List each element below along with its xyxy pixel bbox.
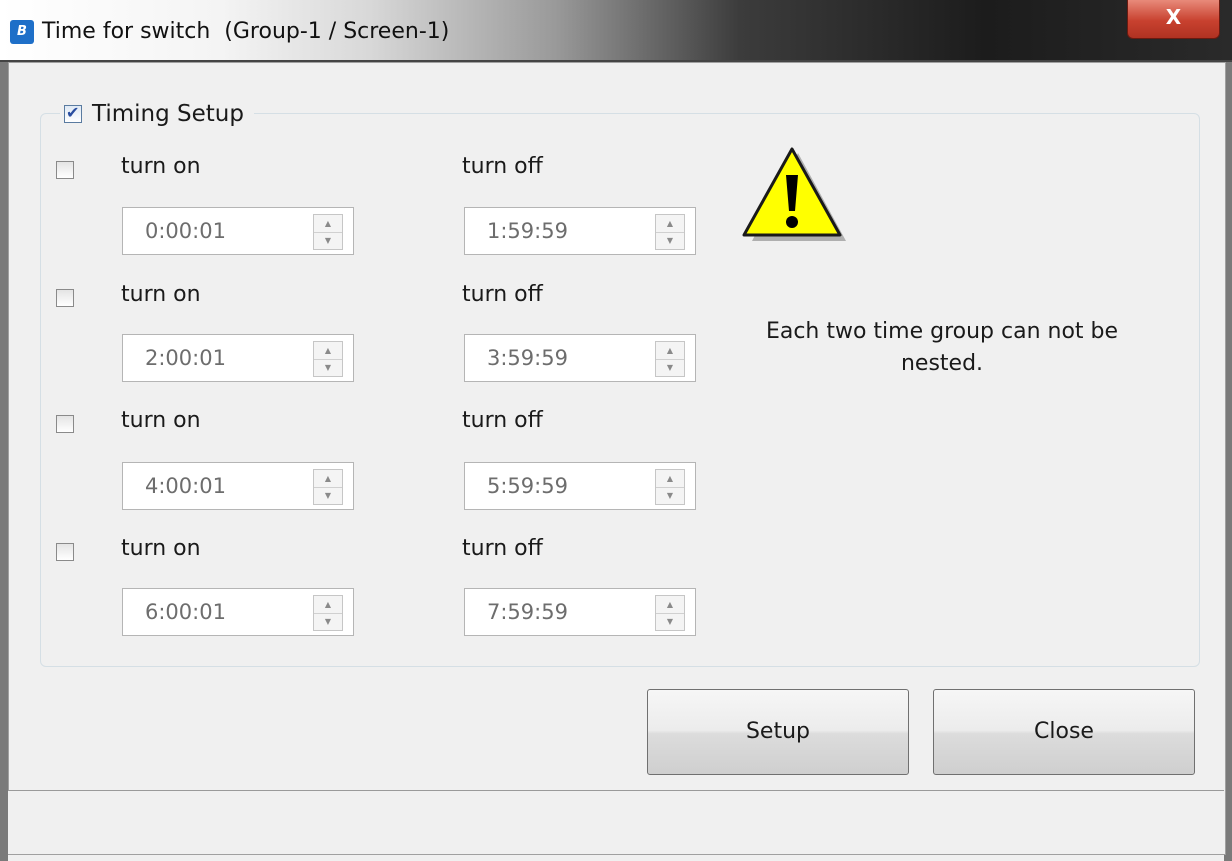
spin-down-icon[interactable]: ▼ (656, 487, 684, 504)
row-1-enable-checkbox[interactable] (56, 161, 74, 179)
row-1-turn-off-time[interactable]: 1:59:59 ▲ ▼ (464, 207, 696, 255)
row-3-turn-on-value: 4:00:01 (145, 474, 226, 498)
row-3-turn-on-label: turn on (121, 408, 201, 433)
spin-down-icon[interactable]: ▼ (314, 232, 342, 249)
setup-button[interactable]: Setup (647, 689, 909, 775)
row-4-turn-on-time[interactable]: 6:00:01 ▲ ▼ (122, 588, 354, 636)
row-3-turn-off-spinner[interactable]: ▲ ▼ (655, 469, 685, 505)
spin-up-icon[interactable]: ▲ (314, 215, 342, 233)
row-4-enable-checkbox[interactable] (56, 543, 74, 561)
spin-up-icon[interactable]: ▲ (314, 342, 342, 360)
app-icon: B (10, 20, 34, 44)
row-2-turn-on-label: turn on (121, 282, 201, 307)
window-title: Time for switch (Group-1 / Screen-1) (42, 19, 450, 44)
spin-down-icon[interactable]: ▼ (656, 232, 684, 249)
row-4-turn-off-value: 7:59:59 (487, 600, 568, 624)
row-2-turn-off-value: 3:59:59 (487, 346, 568, 370)
spin-up-icon[interactable]: ▲ (314, 470, 342, 488)
warning-message-line-2: nested. (900, 351, 984, 376)
row-1-turn-off-label: turn off (462, 154, 543, 179)
spin-down-icon[interactable]: ▼ (314, 613, 342, 630)
spin-up-icon[interactable]: ▲ (656, 215, 684, 233)
row-4-turn-off-spinner[interactable]: ▲ ▼ (655, 595, 685, 631)
row-2-enable-checkbox[interactable] (56, 289, 74, 307)
spin-down-icon[interactable]: ▼ (656, 613, 684, 630)
title-bar[interactable]: B Time for switch (Group-1 / Screen-1) (0, 0, 1232, 62)
timing-setup-checkbox[interactable] (64, 103, 82, 123)
row-2-turn-off-time[interactable]: 3:59:59 ▲ ▼ (464, 334, 696, 382)
row-1-turn-on-value: 0:00:01 (145, 219, 226, 243)
spin-up-icon[interactable]: ▲ (656, 470, 684, 488)
status-bar (8, 790, 1224, 854)
row-3-turn-on-spinner[interactable]: ▲ ▼ (313, 469, 343, 505)
timing-setup-label: Timing Setup (92, 101, 244, 127)
row-3-turn-off-label: turn off (462, 408, 543, 433)
row-4-turn-on-spinner[interactable]: ▲ ▼ (313, 595, 343, 631)
timing-setup-group (40, 113, 1200, 667)
row-3-enable-checkbox[interactable] (56, 415, 74, 433)
timing-setup-legend: Timing Setup (60, 97, 254, 131)
spin-down-icon[interactable]: ▼ (314, 359, 342, 376)
row-1-turn-on-spinner[interactable]: ▲ ▼ (313, 214, 343, 250)
spin-down-icon[interactable]: ▼ (314, 487, 342, 504)
spin-up-icon[interactable]: ▲ (656, 596, 684, 614)
row-3-turn-on-time[interactable]: 4:00:01 ▲ ▼ (122, 462, 354, 510)
row-1-turn-off-value: 1:59:59 (487, 219, 568, 243)
row-2-turn-on-time[interactable]: 2:00:01 ▲ ▼ (122, 334, 354, 382)
spin-up-icon[interactable]: ▲ (314, 596, 342, 614)
warning-message: Each two time group can not be nested. (722, 316, 1162, 380)
row-3-turn-off-value: 5:59:59 (487, 474, 568, 498)
row-1-turn-on-time[interactable]: 0:00:01 ▲ ▼ (122, 207, 354, 255)
row-4-turn-off-time[interactable]: 7:59:59 ▲ ▼ (464, 588, 696, 636)
row-2-turn-off-spinner[interactable]: ▲ ▼ (655, 341, 685, 377)
row-2-turn-off-label: turn off (462, 282, 543, 307)
row-1-turn-off-spinner[interactable]: ▲ ▼ (655, 214, 685, 250)
window-left-border (0, 62, 8, 861)
spin-down-icon[interactable]: ▼ (656, 359, 684, 376)
row-4-turn-off-label: turn off (462, 536, 543, 561)
warning-message-line-1: Each two time group can not be (765, 319, 1119, 344)
row-4-turn-on-value: 6:00:01 (145, 600, 226, 624)
row-2-turn-on-value: 2:00:01 (145, 346, 226, 370)
window-close-button[interactable]: X (1127, 0, 1220, 39)
row-2-turn-on-spinner[interactable]: ▲ ▼ (313, 341, 343, 377)
spin-up-icon[interactable]: ▲ (656, 342, 684, 360)
row-3-turn-off-time[interactable]: 5:59:59 ▲ ▼ (464, 462, 696, 510)
row-1-turn-on-label: turn on (121, 154, 201, 179)
close-button[interactable]: Close (933, 689, 1195, 775)
warning-icon (742, 147, 846, 241)
row-4-turn-on-label: turn on (121, 536, 201, 561)
